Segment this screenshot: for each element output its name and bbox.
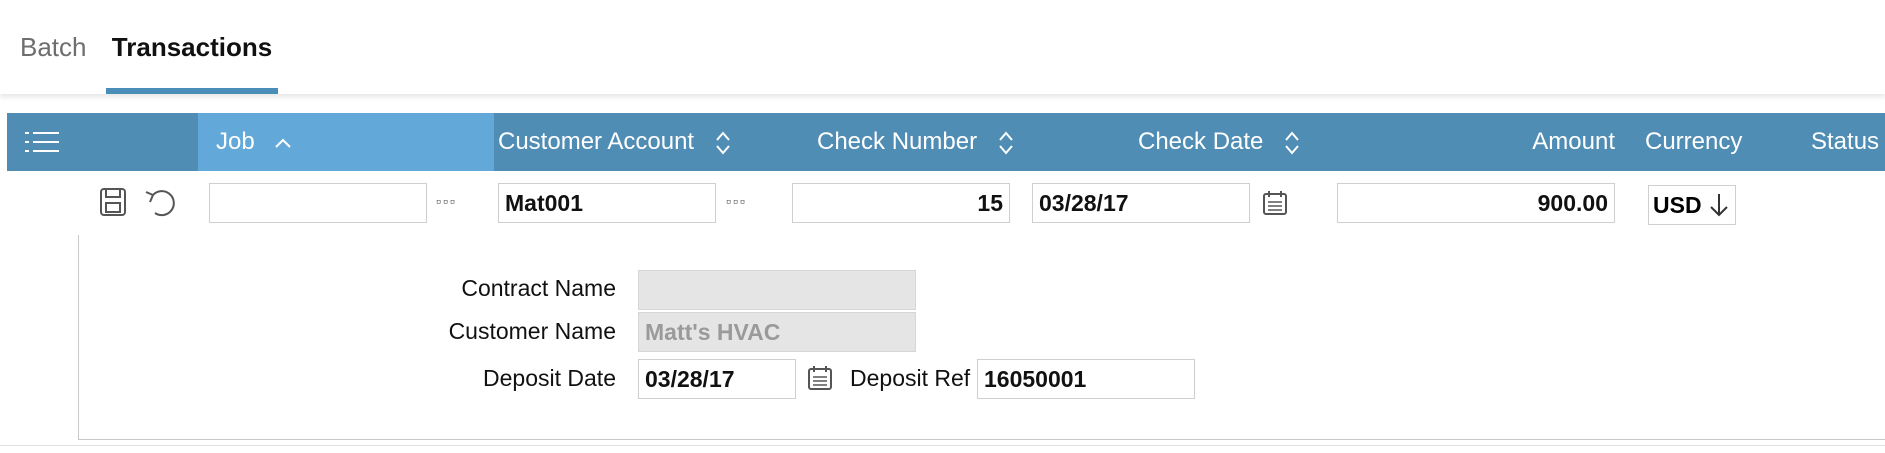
edit-row: ▫▫▫ ▫▫▫ USD xyxy=(0,171,1885,235)
column-header-label: Check Date xyxy=(1138,128,1264,155)
sort-ascending-icon xyxy=(275,138,292,148)
column-header-label: Status xyxy=(1811,128,1880,155)
calendar-icon xyxy=(1263,191,1287,215)
column-header-amount[interactable]: Amount xyxy=(1415,113,1615,171)
hamburger-menu-icon xyxy=(25,132,59,152)
sort-unsorted-icon xyxy=(998,131,1013,155)
contract-name-label: Contract Name xyxy=(461,275,616,301)
column-header-label: Job xyxy=(216,128,255,155)
arrow-down-icon xyxy=(1709,194,1728,217)
column-header-job[interactable]: Job xyxy=(198,113,494,171)
tab-bar: Batch Transactions xyxy=(0,0,1885,94)
deposit-date-label: Deposit Date xyxy=(483,365,616,391)
column-header-label: Customer Account xyxy=(498,128,695,155)
sort-unsorted-icon xyxy=(1285,131,1299,155)
column-header-check-date[interactable]: Check Date xyxy=(1138,113,1300,171)
contract-name-field xyxy=(638,270,916,310)
customer-account-input[interactable] xyxy=(498,183,716,223)
currency-select[interactable]: USD xyxy=(1648,185,1736,225)
column-header-status[interactable]: Status xyxy=(1811,113,1879,171)
column-header-currency[interactable]: Currency xyxy=(1645,113,1742,171)
column-header-check-number[interactable]: Check Number xyxy=(817,113,1014,171)
save-button[interactable] xyxy=(96,185,130,219)
undo-button[interactable] xyxy=(142,185,182,219)
column-header-label: Amount xyxy=(1532,128,1615,155)
detail-panel xyxy=(78,235,1885,440)
check-date-calendar-button[interactable] xyxy=(1260,188,1290,218)
amount-input[interactable] xyxy=(1337,183,1615,223)
sort-unsorted-icon xyxy=(716,131,730,155)
check-date-input[interactable] xyxy=(1032,183,1250,223)
save-icon xyxy=(100,188,126,216)
calendar-icon xyxy=(808,366,832,390)
grid-header: Job Customer Account Check Number Check … xyxy=(7,113,1885,171)
tab-batch[interactable]: Batch xyxy=(20,0,87,94)
currency-value: USD xyxy=(1653,191,1702,218)
deposit-ref-label: Deposit Ref xyxy=(850,365,971,391)
column-header-label: Currency xyxy=(1645,128,1743,155)
deposit-ref-input[interactable] xyxy=(977,359,1195,399)
column-menu-button[interactable] xyxy=(7,113,197,171)
job-input[interactable] xyxy=(209,183,427,223)
check-number-input[interactable] xyxy=(792,183,1010,223)
tab-transactions[interactable]: Transactions xyxy=(106,0,278,94)
customer-name-field: Matt's HVAC xyxy=(638,312,916,352)
undo-icon xyxy=(145,190,175,217)
customer-account-lookup-button[interactable]: ▫▫▫ xyxy=(726,193,747,209)
deposit-date-calendar-button[interactable] xyxy=(805,363,835,393)
column-header-customer-account[interactable]: Customer Account xyxy=(498,113,731,171)
column-header-label: Check Number xyxy=(817,128,978,155)
customer-name-label: Customer Name xyxy=(448,318,616,344)
divider xyxy=(0,445,1885,446)
job-lookup-button[interactable]: ▫▫▫ xyxy=(436,193,457,209)
deposit-date-input[interactable] xyxy=(638,359,796,399)
